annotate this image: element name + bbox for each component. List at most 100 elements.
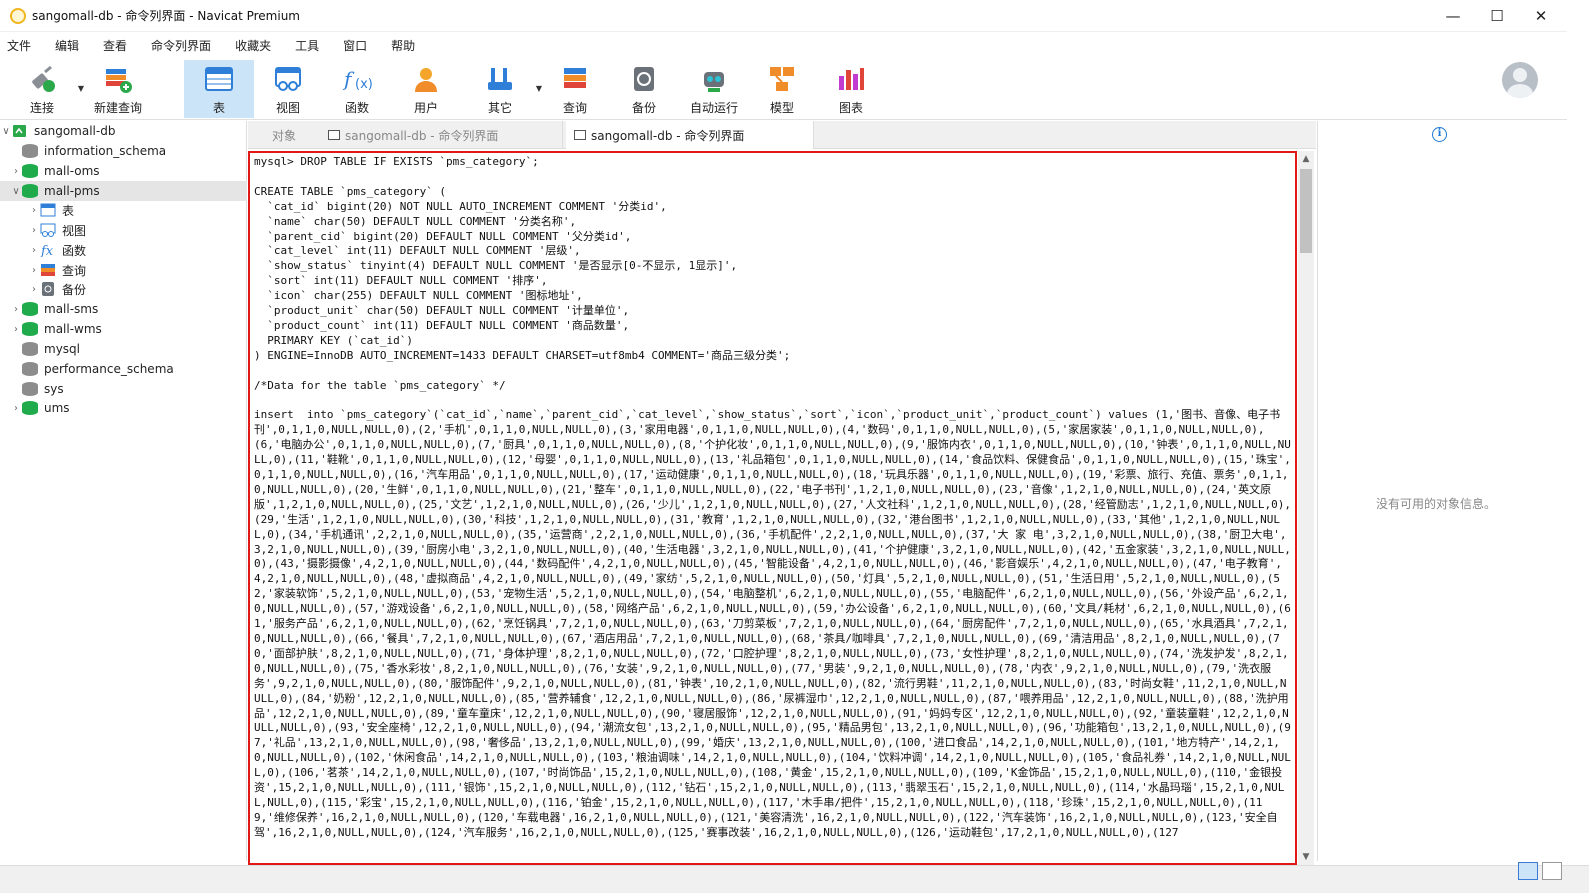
tab-objects[interactable]: 对象 (264, 121, 304, 149)
query-label: 查询 (562, 101, 587, 115)
menu-file[interactable]: 文件 (7, 37, 31, 54)
tree-item-label: sys (44, 382, 64, 396)
tree-db-mysql[interactable]: mysql (0, 339, 247, 359)
close-button[interactable]: ✕ (1518, 0, 1564, 32)
model-button[interactable]: 模型 (750, 60, 814, 118)
window-scrollbar[interactable] (1567, 0, 1589, 893)
database-icon (22, 164, 38, 178)
menu-edit[interactable]: 编辑 (55, 37, 79, 54)
chevron-right-icon[interactable]: › (28, 205, 40, 216)
view-icon (40, 223, 56, 237)
menu-bar: 文件 编辑 查看 命令列界面 收藏夹 工具 窗口 帮助 (0, 33, 1589, 57)
tree-db-information-schema[interactable]: information_schema (0, 141, 247, 161)
query-icon (41, 264, 55, 276)
tree-item-label: information_schema (44, 144, 167, 158)
backup-button[interactable]: 备份 (612, 60, 676, 118)
tree-root-connection[interactable]: ∨ sangomall-db (0, 121, 247, 141)
tree-folder-queries[interactable]: › 查询 (0, 260, 247, 280)
tree-folder-backups[interactable]: › 备份 (0, 279, 247, 299)
tree-item-label: 视图 (62, 223, 87, 238)
model-label: 模型 (769, 101, 794, 115)
tree-item-label: performance_schema (44, 362, 174, 376)
console-text[interactable]: mysql> DROP TABLE IF EXISTS `pms_categor… (254, 155, 1292, 841)
chevron-right-icon[interactable]: › (10, 304, 22, 315)
layout-toggle-button[interactable] (1518, 862, 1538, 880)
user-button[interactable]: 用户 (394, 60, 458, 118)
tree-db-ums[interactable]: › ums (0, 398, 247, 418)
svg-text:fx: fx (40, 244, 54, 257)
user-icon (415, 68, 437, 92)
user-avatar[interactable] (1502, 62, 1538, 98)
minimize-button[interactable]: — (1430, 0, 1476, 32)
tree-folder-views[interactable]: › 视图 (0, 220, 247, 240)
tree-db-performance-schema[interactable]: performance_schema (0, 359, 247, 379)
tab-label: 对象 (272, 128, 297, 143)
console-output-area[interactable]: mysql> DROP TABLE IF EXISTS `pms_categor… (248, 151, 1297, 865)
function-icon: f (x) (342, 67, 372, 92)
automation-button[interactable]: 自动运行 (681, 60, 747, 118)
tab-label: sangomall-db - 命令列界面 (345, 128, 499, 143)
chart-button[interactable]: 图表 (819, 60, 883, 118)
tools-icon (488, 68, 512, 90)
backup-label: 备份 (631, 101, 656, 115)
menu-favorites[interactable]: 收藏夹 (235, 37, 271, 54)
tree-db-sys[interactable]: sys (0, 379, 247, 399)
editor-vertical-scrollbar[interactable]: ▲ ▼ (1298, 151, 1314, 865)
tab-bar: 对象 sangomall-db - 命令列界面 sangomall-db - 命… (248, 121, 1316, 149)
connect-button[interactable]: 连接 ▼ (10, 60, 84, 118)
function-button[interactable]: f (x) 函数 (325, 60, 389, 118)
maximize-button[interactable]: ☐ (1474, 0, 1520, 32)
panel-toggle-button[interactable] (1542, 862, 1562, 880)
tree-folder-functions[interactable]: › fx 函数 (0, 240, 247, 260)
query-button[interactable]: 查询 (543, 60, 607, 118)
tab-console-2[interactable]: sangomall-db - 命令列界面 (566, 121, 814, 149)
tree-item-label: mall-wms (44, 322, 102, 336)
dropdown-arrow-icon[interactable]: ▼ (536, 84, 542, 93)
tab-console-1[interactable]: sangomall-db - 命令列界面 (320, 121, 563, 149)
tree-db-mall-oms[interactable]: › mall-oms (0, 161, 247, 181)
chevron-right-icon[interactable]: › (28, 225, 40, 236)
menu-view[interactable]: 查看 (103, 37, 127, 54)
table-label: 表 (212, 101, 225, 115)
tree-folder-tables[interactable]: › 表 (0, 200, 247, 220)
database-icon (22, 144, 38, 158)
tree-item-label: ums (44, 401, 70, 415)
tree-db-mall-pms[interactable]: ∨ mall-pms (0, 181, 247, 201)
chevron-right-icon[interactable]: › (10, 403, 22, 414)
console-icon (328, 130, 340, 140)
menu-help[interactable]: 帮助 (391, 37, 415, 54)
tree-db-mall-wms[interactable]: › mall-wms (0, 319, 247, 339)
tree-root-label: sangomall-db (34, 124, 116, 138)
view-button[interactable]: 视图 (256, 60, 320, 118)
object-info-pane (1317, 121, 1589, 861)
title-bar: sangomall-db - 命令列界面 - Navicat Premium (0, 0, 1589, 32)
scroll-thumb[interactable] (1300, 169, 1312, 253)
menu-console[interactable]: 命令列界面 (151, 37, 211, 54)
chevron-down-icon[interactable]: ∨ (10, 186, 22, 197)
chevron-down-icon[interactable]: ∨ (0, 126, 12, 137)
chart-icon (839, 68, 864, 90)
navicat-logo-icon (10, 7, 26, 24)
chevron-right-icon[interactable]: › (10, 324, 22, 335)
view-label: 视图 (275, 101, 300, 115)
chevron-right-icon[interactable]: › (28, 245, 40, 256)
dropdown-arrow-icon[interactable]: ▼ (78, 84, 84, 93)
table-button[interactable]: 表 (184, 60, 254, 118)
menu-tools[interactable]: 工具 (295, 37, 319, 54)
other-button[interactable]: 其它 ▼ (468, 60, 542, 118)
info-icon[interactable]: i (1432, 127, 1447, 142)
chevron-right-icon[interactable]: › (28, 265, 40, 276)
menu-window[interactable]: 窗口 (343, 37, 367, 54)
scroll-up-icon[interactable]: ▲ (1298, 151, 1314, 167)
scroll-down-icon[interactable]: ▼ (1298, 849, 1314, 865)
table-icon (40, 203, 56, 217)
chevron-right-icon[interactable]: › (28, 284, 40, 295)
view-icon (275, 67, 301, 91)
new-query-button[interactable]: 新建查询 (86, 60, 150, 118)
user-label: 用户 (413, 101, 438, 115)
robot-icon (704, 72, 724, 92)
database-icon (22, 401, 38, 415)
tree-db-mall-sms[interactable]: › mall-sms (0, 299, 247, 319)
chevron-right-icon[interactable]: › (10, 166, 22, 177)
database-icon (22, 342, 38, 356)
